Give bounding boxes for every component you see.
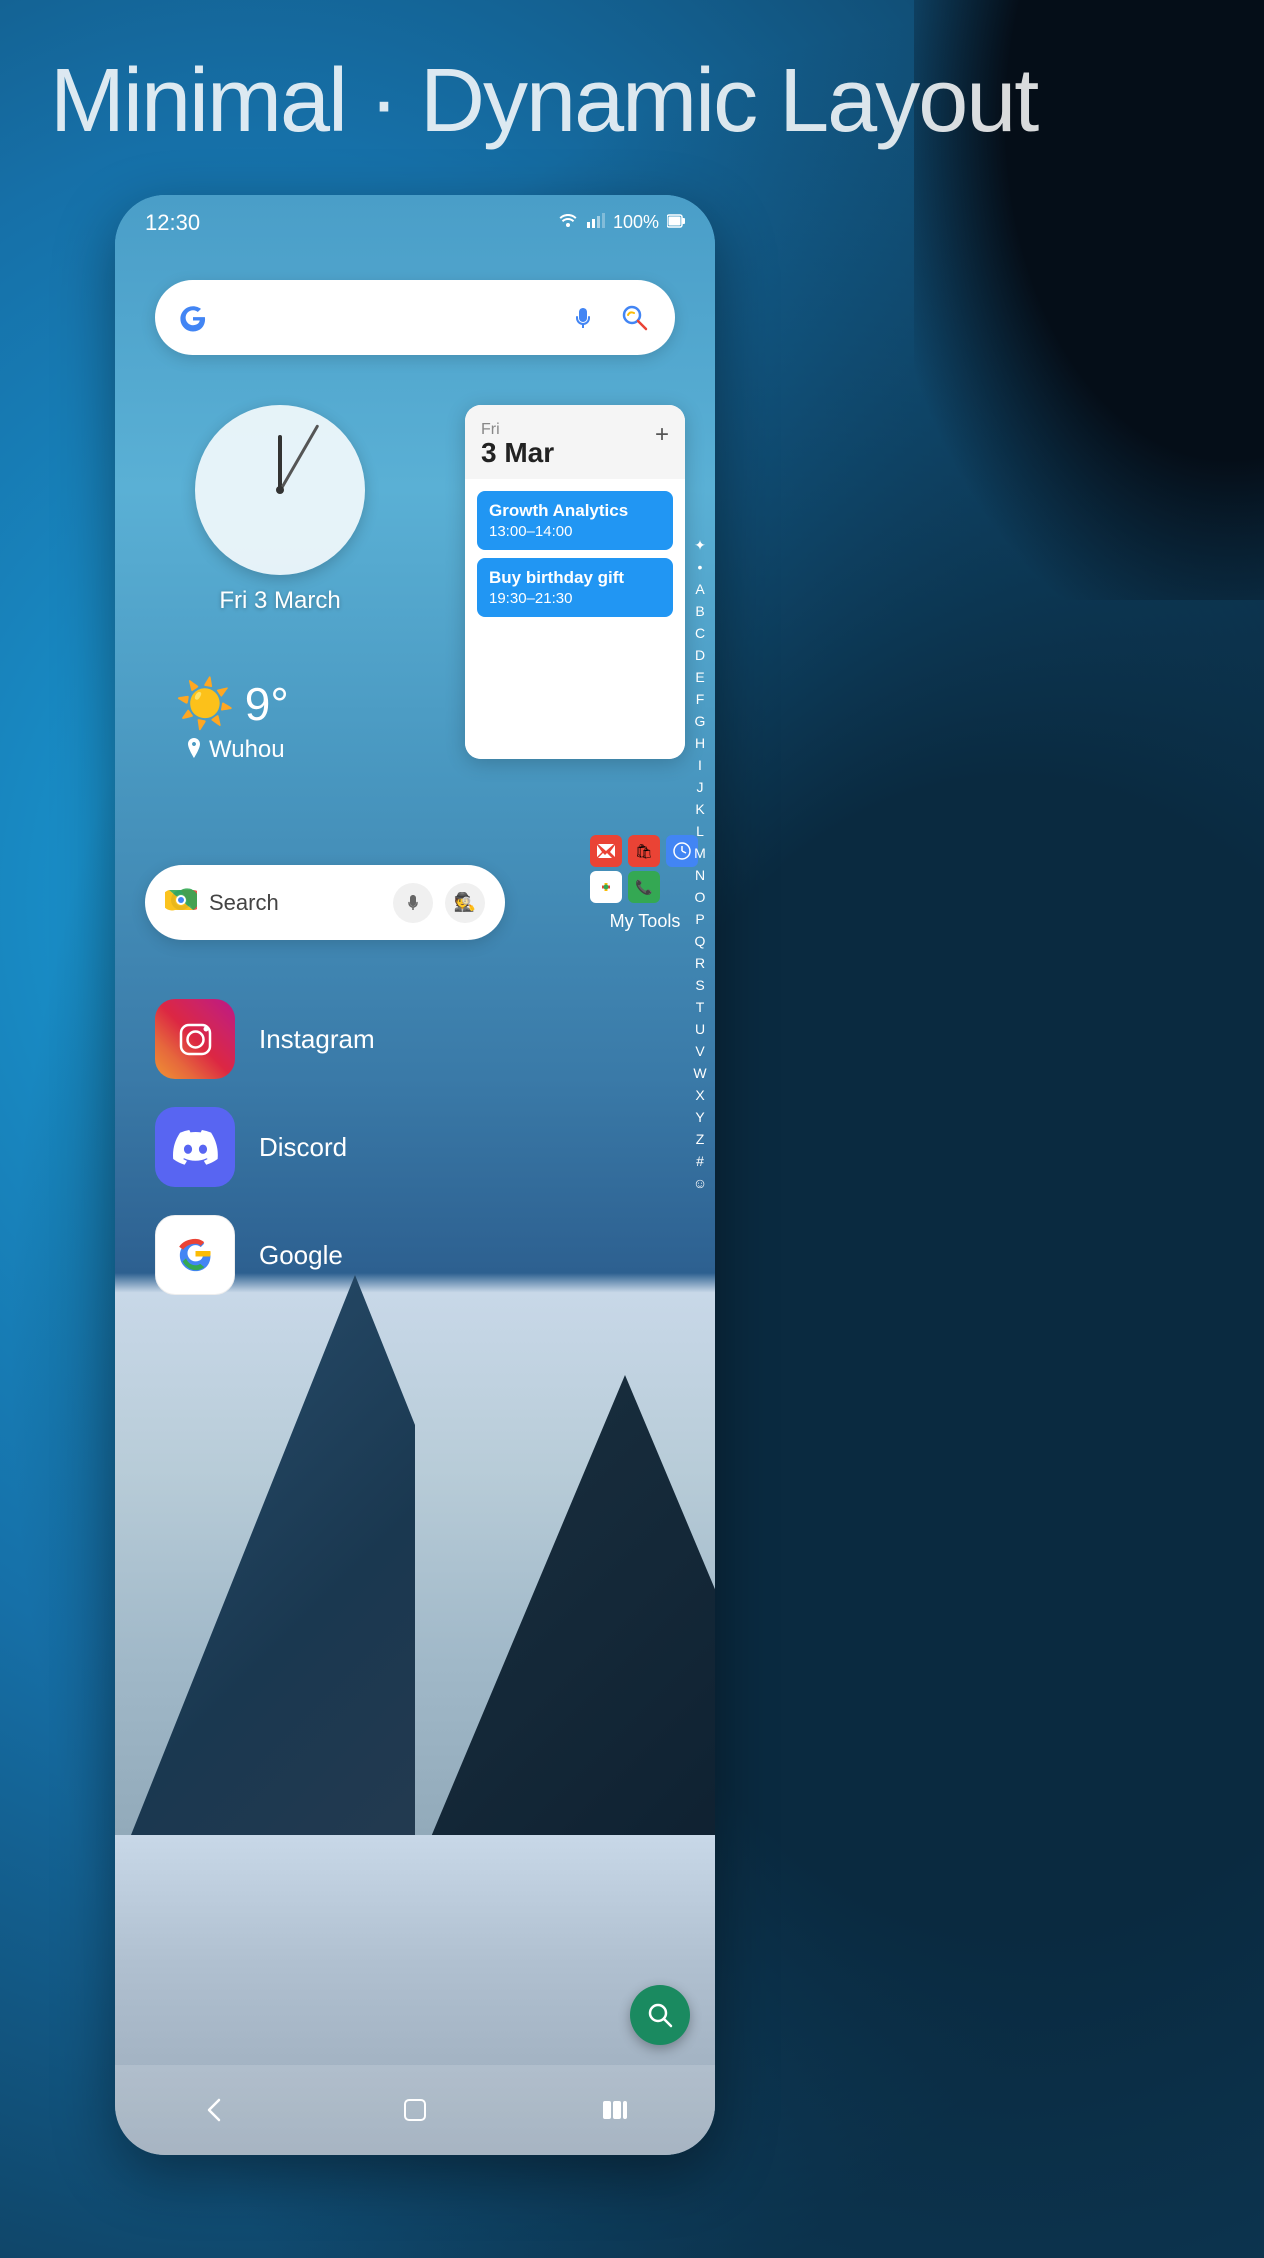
gmail-tool-icon[interactable] [590, 835, 622, 867]
alpha-p[interactable]: P [690, 909, 710, 930]
alpha-d[interactable]: D [690, 645, 710, 666]
incognito-button[interactable]: 🕵 [445, 883, 485, 923]
signal-icon [587, 212, 605, 233]
alpha-dot[interactable]: • [690, 557, 710, 578]
calendar-event-2[interactable]: Buy birthday gift 19:30–21:30 [477, 558, 673, 617]
calendar-date: 3 Mar [481, 439, 554, 467]
alpha-star[interactable]: ✦ [690, 535, 710, 556]
app-mic-button[interactable] [393, 883, 433, 923]
event-2-title: Buy birthday gift [489, 568, 661, 588]
fab-search-button[interactable] [630, 1985, 690, 2045]
lens-icon[interactable] [615, 298, 655, 338]
alpha-z[interactable]: Z [690, 1129, 710, 1150]
discord-label: Discord [259, 1132, 347, 1163]
minute-hand [279, 424, 319, 490]
my-tools-section: 🛍 📞 My To [590, 835, 700, 932]
alpha-hash[interactable]: # [690, 1151, 710, 1172]
wifi-icon [557, 212, 579, 233]
battery-text: 100% [613, 212, 659, 233]
chrome-icon [165, 884, 197, 921]
analog-clock [195, 405, 365, 575]
alpha-l[interactable]: L [690, 821, 710, 842]
my-tools-label: My Tools [610, 911, 681, 932]
city-name: Wuhou [209, 736, 285, 764]
app-search-bar[interactable]: Search 🕵 [145, 865, 505, 940]
google-search-bar[interactable] [155, 280, 675, 355]
battery-icon [667, 212, 685, 233]
google-app-icon [155, 1215, 235, 1295]
weather-sun-icon: ☀️ [175, 675, 235, 732]
alpha-x[interactable]: X [690, 1085, 710, 1106]
google-g-logo [175, 300, 211, 336]
instagram-icon [155, 999, 235, 1079]
event-2-time: 19:30–21:30 [489, 590, 661, 607]
nav-home-button[interactable] [385, 2080, 445, 2140]
alpha-b[interactable]: B [690, 601, 710, 622]
shopping-tool-icon[interactable]: 🛍 [628, 835, 660, 867]
alpha-g[interactable]: G [690, 711, 710, 732]
alpha-y[interactable]: Y [690, 1107, 710, 1128]
mic-icon[interactable] [563, 298, 603, 338]
hour-hand [278, 435, 282, 490]
weather-widget: ☀️ 9° Wuhou [175, 675, 289, 764]
nav-bar [115, 2065, 715, 2155]
event-1-title: Growth Analytics [489, 501, 661, 521]
alpha-c[interactable]: C [690, 623, 710, 644]
alpha-w[interactable]: W [690, 1063, 710, 1084]
calendar-body: Growth Analytics 13:00–14:00 Buy birthda… [465, 479, 685, 759]
status-bar: 12:30 100% [115, 195, 715, 250]
alpha-u[interactable]: U [690, 1019, 710, 1040]
search-input[interactable] [223, 280, 551, 355]
alpha-k[interactable]: K [690, 799, 710, 820]
app-item-instagram[interactable]: Instagram [155, 985, 675, 1093]
calendar-header: Fri 3 Mar + [465, 405, 685, 479]
calendar-add-button[interactable]: + [655, 421, 669, 449]
alpha-circle[interactable]: ☺ [690, 1173, 710, 1194]
status-time: 12:30 [145, 210, 200, 236]
alpha-a[interactable]: A [690, 579, 710, 600]
instagram-label: Instagram [259, 1024, 375, 1055]
nav-recent-button[interactable] [585, 2080, 645, 2140]
photos-tool-icon[interactable] [590, 871, 622, 903]
alpha-j[interactable]: J [690, 777, 710, 798]
temperature: 9° [245, 677, 289, 731]
calendar-event-1[interactable]: Growth Analytics 13:00–14:00 [477, 491, 673, 550]
app-item-discord[interactable]: Discord [155, 1093, 675, 1201]
alpha-m[interactable]: M [690, 843, 710, 864]
app-search-text[interactable]: Search [209, 890, 381, 916]
event-1-time: 13:00–14:00 [489, 523, 661, 540]
alpha-q[interactable]: Q [690, 931, 710, 952]
alpha-o[interactable]: O [690, 887, 710, 908]
alpha-t[interactable]: T [690, 997, 710, 1018]
location-icon [185, 738, 203, 763]
alpha-s[interactable]: S [690, 975, 710, 996]
clock-widget: Fri 3 March [155, 405, 405, 615]
alpha-n[interactable]: N [690, 865, 710, 886]
app-list: Instagram Discord Google [155, 985, 675, 1309]
alpha-e[interactable]: E [690, 667, 710, 688]
tools-icons-grid: 🛍 📞 [590, 835, 700, 903]
alpha-f[interactable]: F [690, 689, 710, 710]
clock-date: Fri 3 March [219, 587, 340, 615]
clock-center-dot [276, 486, 284, 494]
alpha-h[interactable]: H [690, 733, 710, 754]
phone-device: 12:30 100% [115, 195, 715, 2155]
nav-back-button[interactable] [185, 2080, 245, 2140]
google-label: Google [259, 1240, 343, 1271]
alphabet-sidebar: ✦ • A B C D E F G H I J K L M N O P Q R … [690, 535, 710, 1194]
discord-icon [155, 1107, 235, 1187]
status-icons: 100% [557, 212, 685, 233]
page-title: Minimal · Dynamic Layout [50, 50, 1037, 153]
alpha-i[interactable]: I [690, 755, 710, 776]
phone-tool-icon[interactable]: 📞 [628, 871, 660, 903]
alpha-r[interactable]: R [690, 953, 710, 974]
app-item-google[interactable]: Google [155, 1201, 675, 1309]
alpha-v[interactable]: V [690, 1041, 710, 1062]
calendar-widget: Fri 3 Mar + Growth Analytics 13:00–14:00… [465, 405, 685, 759]
